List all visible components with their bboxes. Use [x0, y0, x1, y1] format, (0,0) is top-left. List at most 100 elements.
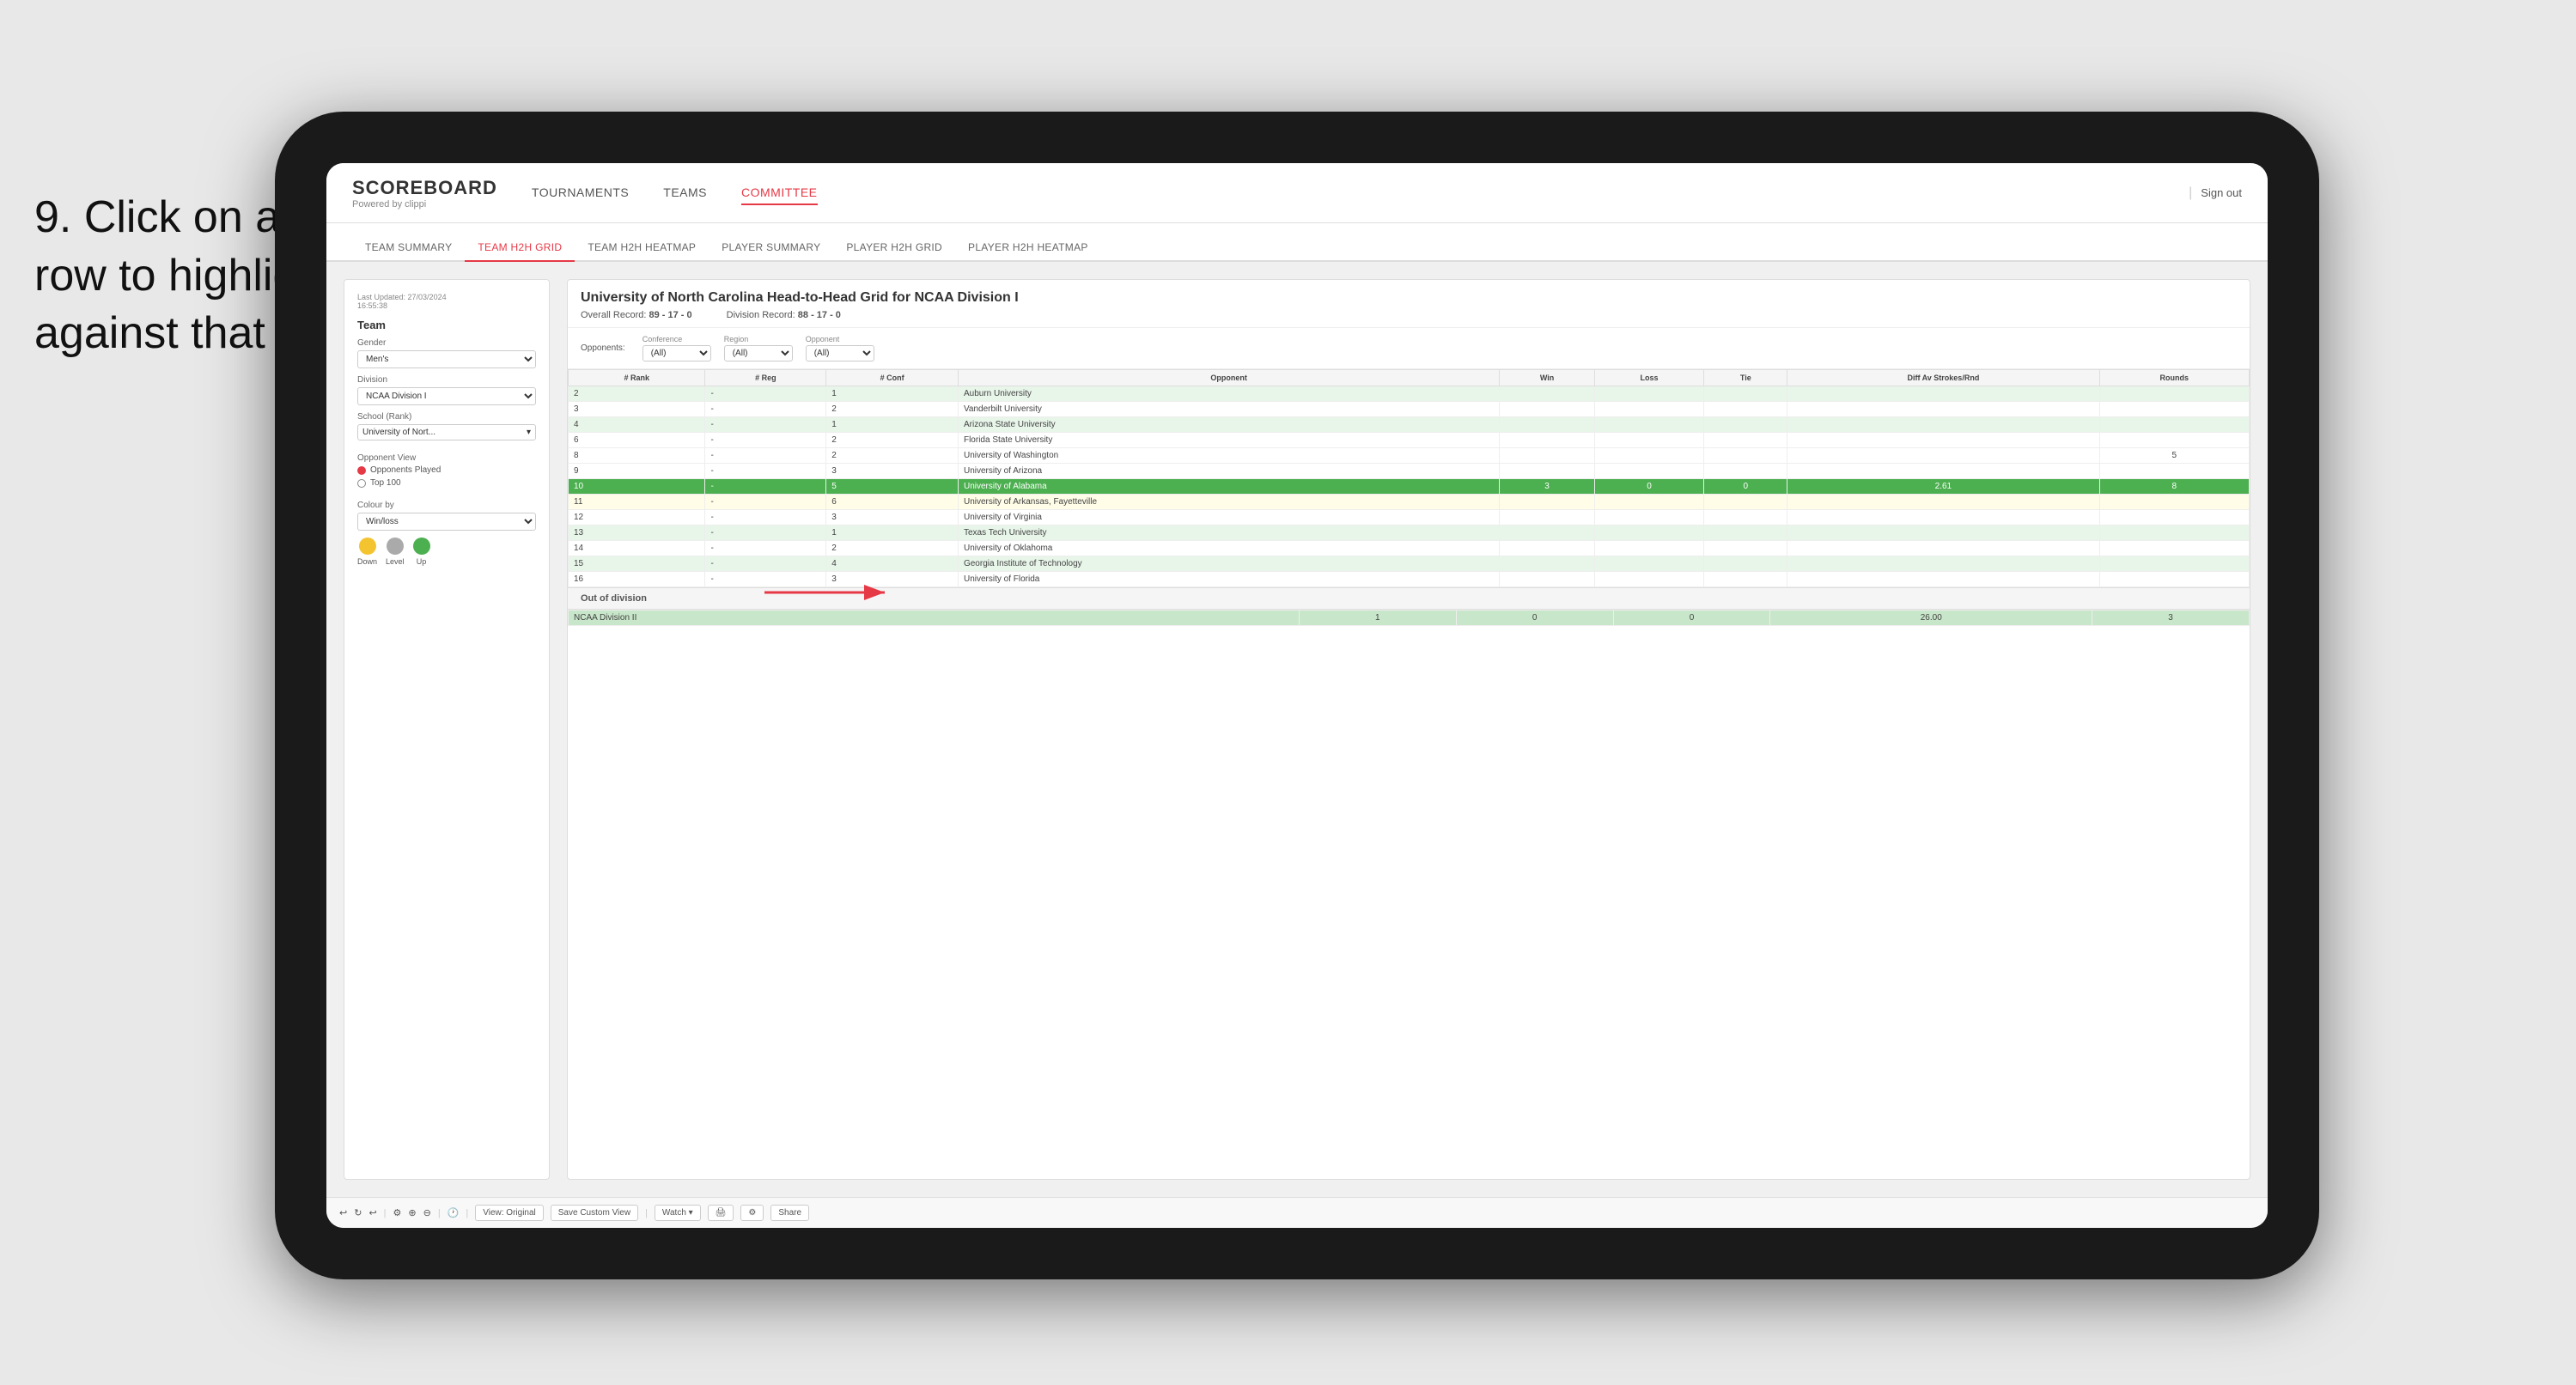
h2h-table: # Rank # Reg # Conf Opponent Win Loss Ti…: [568, 369, 2250, 587]
tab-team-summary[interactable]: TEAM SUMMARY: [352, 234, 465, 262]
nav-teams[interactable]: TEAMS: [663, 181, 707, 205]
settings-icon[interactable]: ⚙: [393, 1207, 402, 1218]
col-opponent: Opponent: [958, 370, 1499, 386]
opponent-filter: Opponent (All): [806, 335, 874, 361]
tablet-screen: SCOREBOARD Powered by clippi TOURNAMENTS…: [326, 163, 2268, 1228]
col-tie: Tie: [1704, 370, 1787, 386]
table-row[interactable]: 11-6University of Arkansas, Fayetteville: [569, 495, 2250, 510]
add-icon[interactable]: ⊕: [408, 1207, 416, 1218]
opponent-select[interactable]: (All): [806, 345, 874, 361]
settings2-btn[interactable]: ⚙: [740, 1205, 764, 1221]
col-reg: # Reg: [705, 370, 826, 386]
col-rank: # Rank: [569, 370, 705, 386]
legend-up: Up: [413, 538, 430, 566]
grid-header: University of North Carolina Head-to-Hea…: [568, 280, 2250, 328]
table-row[interactable]: 6-2Florida State University: [569, 433, 2250, 448]
od-loss: 0: [1456, 610, 1613, 626]
od-label: NCAA Division II: [569, 610, 1300, 626]
legend-level: Level: [386, 538, 405, 566]
conference-select[interactable]: (All): [642, 345, 711, 361]
radio-top-100[interactable]: Top 100: [357, 478, 536, 488]
out-of-division-row[interactable]: NCAA Division II 1 0 0 26.00 3: [569, 610, 2250, 626]
step-number: 9.: [34, 192, 71, 242]
sidebar-panel: Last Updated: 27/03/2024 16:55:38 Team G…: [344, 279, 550, 1180]
main-content: Last Updated: 27/03/2024 16:55:38 Team G…: [326, 262, 2268, 1197]
grid-filters: Opponents: Conference (All) Region (All): [568, 328, 2250, 369]
logo-area: SCOREBOARD Powered by clippi: [352, 177, 497, 210]
radio-dot-played: [357, 466, 366, 475]
table-row[interactable]: 15-4Georgia Institute of Technology: [569, 556, 2250, 572]
table-row[interactable]: 14-2University of Oklahoma: [569, 541, 2250, 556]
tablet-frame: SCOREBOARD Powered by clippi TOURNAMENTS…: [275, 112, 2319, 1279]
view-original-btn[interactable]: View: Original: [475, 1205, 544, 1221]
region-select[interactable]: (All): [724, 345, 793, 361]
table-row[interactable]: 2-1Auburn University: [569, 386, 2250, 402]
grid-panel: University of North Carolina Head-to-Hea…: [567, 279, 2250, 1180]
table-row[interactable]: 16-3University of Florida: [569, 572, 2250, 587]
watch-btn[interactable]: Watch ▾: [655, 1205, 701, 1221]
last-updated: Last Updated: 27/03/2024 16:55:38: [357, 293, 536, 310]
save-custom-btn[interactable]: Save Custom View: [551, 1205, 638, 1221]
undo-icon[interactable]: ↩: [339, 1207, 347, 1218]
nav-links: TOURNAMENTS TEAMS COMMITTEE: [532, 181, 2189, 205]
region-filter: Region (All): [724, 335, 793, 361]
sub-nav: TEAM SUMMARY TEAM H2H GRID TEAM H2H HEAT…: [326, 223, 2268, 262]
legend-dot-up: [413, 538, 430, 555]
out-of-division-table: NCAA Division II 1 0 0 26.00 3: [568, 610, 2250, 626]
col-win: Win: [1500, 370, 1594, 386]
od-rounds: 3: [2092, 610, 2250, 626]
colour-by-label: Colour by: [357, 501, 536, 510]
overall-record-label: Overall Record: 89 - 17 - 0: [581, 310, 692, 320]
od-win: 1: [1299, 610, 1456, 626]
sign-out-link[interactable]: Sign out: [2201, 186, 2242, 199]
division-record-label: Division Record: 88 - 17 - 0: [727, 310, 841, 320]
gender-select[interactable]: Men's: [357, 350, 536, 368]
school-rank-input[interactable]: University of Nort... ▾: [357, 424, 536, 440]
table-row[interactable]: 3-2Vanderbilt University: [569, 402, 2250, 417]
colour-legend: Down Level Up: [357, 538, 536, 566]
tab-player-h2h-grid[interactable]: PLAYER H2H GRID: [833, 234, 955, 262]
tab-team-h2h-grid[interactable]: TEAM H2H GRID: [465, 234, 575, 262]
toolbar: ↩ ↻ ↩ | ⚙ ⊕ ⊖ | 🕐 | View: Original Save …: [326, 1197, 2268, 1228]
logo-text: SCOREBOARD: [352, 177, 497, 199]
od-diff: 26.00: [1770, 610, 2092, 626]
legend-dot-level: [387, 538, 404, 555]
logo-sub: Powered by clippi: [352, 199, 497, 210]
table-row[interactable]: 12-3University of Virginia: [569, 510, 2250, 525]
table-row[interactable]: 13-1Texas Tech University: [569, 525, 2250, 541]
clock-icon: 🕐: [448, 1207, 460, 1218]
colour-by-select[interactable]: Win/loss: [357, 513, 536, 531]
col-rounds: Rounds: [2099, 370, 2249, 386]
redo-icon[interactable]: ↻: [354, 1207, 362, 1218]
radio-dot-top100: [357, 479, 366, 488]
legend-dot-down: [359, 538, 376, 555]
division-select[interactable]: NCAA Division I: [357, 387, 536, 405]
table-row[interactable]: 10-5University of Alabama3002.618: [569, 479, 2250, 495]
conference-filter: Conference (All): [642, 335, 711, 361]
opponents-label: Opponents:: [581, 343, 625, 353]
table-row[interactable]: 4-1Arizona State University: [569, 417, 2250, 433]
legend-down: Down: [357, 538, 377, 566]
out-of-division-header: Out of division: [568, 587, 2250, 610]
opponent-view-section: Opponent View Opponents Played Top 100: [357, 453, 536, 488]
tab-player-summary[interactable]: PLAYER SUMMARY: [709, 234, 833, 262]
tab-player-h2h-heatmap[interactable]: PLAYER H2H HEATMAP: [955, 234, 1101, 262]
undo2-icon[interactable]: ↩: [368, 1207, 376, 1218]
tab-team-h2h-heatmap[interactable]: TEAM H2H HEATMAP: [575, 234, 709, 262]
col-diff: Diff Av Strokes/Rnd: [1787, 370, 2099, 386]
nav-committee[interactable]: COMMITTEE: [741, 181, 818, 205]
print-icon-btn[interactable]: 🖨: [708, 1205, 734, 1221]
school-rank-label: School (Rank): [357, 412, 536, 422]
colour-section: Colour by Win/loss Down Level: [357, 501, 536, 566]
col-loss: Loss: [1594, 370, 1704, 386]
nav-tournaments[interactable]: TOURNAMENTS: [532, 181, 629, 205]
od-tie: 0: [1613, 610, 1770, 626]
table-row[interactable]: 9-3University of Arizona: [569, 464, 2250, 479]
table-row[interactable]: 8-2University of Washington5: [569, 448, 2250, 464]
col-conf: # Conf: [826, 370, 959, 386]
radio-opponents-played[interactable]: Opponents Played: [357, 465, 536, 475]
share-btn[interactable]: Share: [770, 1205, 809, 1221]
minus-icon[interactable]: ⊖: [423, 1207, 431, 1218]
team-section-title: Team: [357, 319, 536, 331]
nav-bar: SCOREBOARD Powered by clippi TOURNAMENTS…: [326, 163, 2268, 223]
